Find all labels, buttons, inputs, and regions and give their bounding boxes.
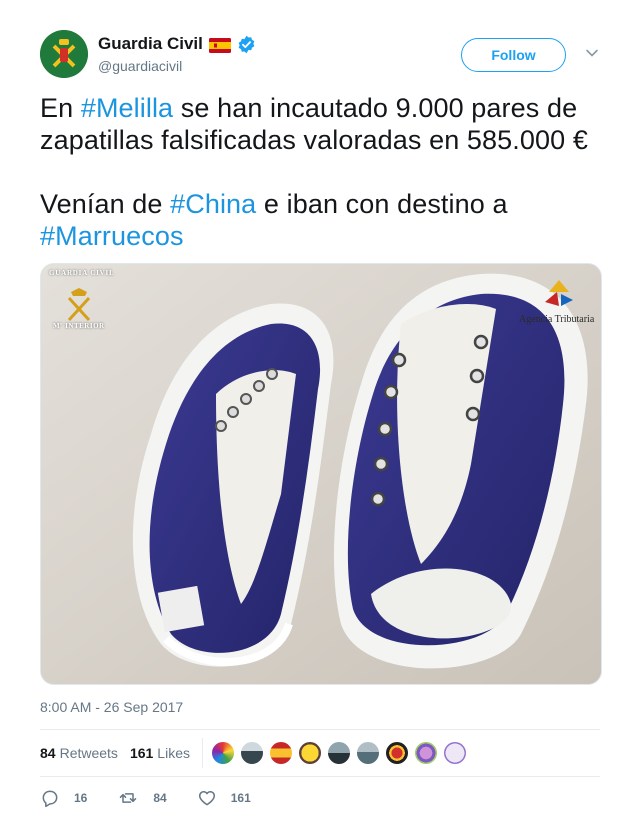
tweet-timestamp[interactable]: 8:00 AM - 26 Sep 2017 xyxy=(40,698,183,716)
display-name[interactable]: Guardia Civil xyxy=(98,33,203,55)
watermark-guardia-civil-text: GUARDIA CIVIL xyxy=(49,269,115,277)
tweet-actions: 16 84 161 xyxy=(40,786,281,810)
avatar[interactable] xyxy=(40,30,88,78)
retweets-label: Retweets xyxy=(59,745,118,761)
guardia-civil-emblem-icon xyxy=(40,30,88,78)
watermark-interior-text: Mº INTERIOR xyxy=(53,322,105,330)
tweet-photo[interactable]: GUARDIA CIVIL Mº INTERIOR Agencia Tribut… xyxy=(40,263,602,685)
sneakers-photo xyxy=(41,264,601,684)
tweet-paragraph-1: En #Melilla se han incautado 9.000 pares… xyxy=(40,92,610,156)
tweet-paragraph-2: Venían de #China e iban con destino a #Ma… xyxy=(40,188,610,252)
watermark-agencia-tributaria-text: Agencia Tributaria xyxy=(519,314,595,325)
account-names: Guardia Civil @guardiacivil xyxy=(98,33,256,76)
hashtag-marruecos[interactable]: #Marruecos xyxy=(40,221,184,251)
retweets-count: 84 xyxy=(40,745,56,761)
retweet-button[interactable]: 84 xyxy=(117,788,167,808)
liker-avatar[interactable] xyxy=(326,741,351,765)
retweet-icon xyxy=(120,793,137,803)
divider xyxy=(40,776,600,777)
tweet-text: En #Melilla se han incautado 9.000 pares… xyxy=(40,92,610,252)
tweet-text-segment: e iban con destino a xyxy=(256,189,508,219)
retweet-count: 84 xyxy=(153,791,167,805)
hashtag-china[interactable]: #China xyxy=(170,189,256,219)
liker-avatars xyxy=(210,741,467,765)
tweet-text-segment: En xyxy=(40,93,81,123)
likes-stat[interactable]: 161 Likes xyxy=(130,745,190,761)
hashtag-melilla[interactable]: #Melilla xyxy=(81,93,173,123)
engagement-stats: 84 Retweets 161 Likes xyxy=(40,730,600,776)
like-button[interactable]: 161 xyxy=(197,788,251,808)
reply-count: 16 xyxy=(74,791,88,805)
liker-avatar[interactable] xyxy=(442,741,467,765)
tweet-text-segment: Venían de xyxy=(40,189,171,219)
chevron-down-icon[interactable] xyxy=(585,46,599,60)
retweets-stat[interactable]: 84 Retweets xyxy=(40,745,118,761)
liker-avatar[interactable] xyxy=(239,741,264,765)
stats-separator xyxy=(201,738,203,768)
likes-label: Likes xyxy=(157,745,190,761)
follow-button[interactable]: Follow xyxy=(461,38,566,72)
account-handle[interactable]: @guardiacivil xyxy=(98,56,256,76)
liker-avatar[interactable] xyxy=(297,741,322,765)
reply-button[interactable]: 16 xyxy=(40,788,87,808)
display-name-row[interactable]: Guardia Civil xyxy=(98,33,256,55)
liker-avatar[interactable] xyxy=(384,741,409,765)
liker-avatar[interactable] xyxy=(413,741,438,765)
likes-count: 161 xyxy=(129,745,154,761)
liker-avatar[interactable] xyxy=(355,741,380,765)
verified-badge-icon xyxy=(237,35,256,54)
like-count: 161 xyxy=(230,791,251,805)
liker-avatar[interactable] xyxy=(210,741,235,765)
heart-icon xyxy=(198,791,215,806)
spain-flag-icon xyxy=(208,37,231,53)
tweet-header: Guardia Civil @guardiacivil Follow xyxy=(40,30,600,82)
liker-avatar[interactable] xyxy=(268,741,293,765)
reply-icon xyxy=(42,790,58,808)
